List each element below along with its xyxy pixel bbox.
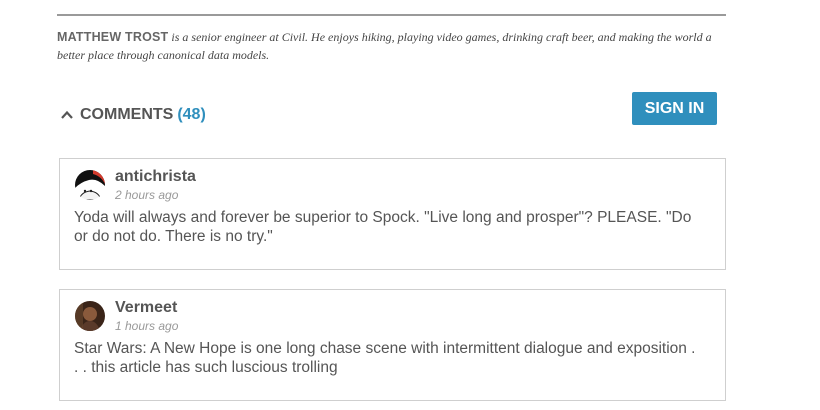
- comments-count: (48): [177, 106, 206, 123]
- avatar[interactable]: [75, 170, 105, 200]
- sign-in-button[interactable]: SIGN IN: [632, 92, 717, 125]
- comment-time: 1 hours ago: [115, 319, 179, 333]
- author-bio: MATTHEW TROST is a senior engineer at Ci…: [57, 28, 729, 64]
- comment-author[interactable]: Vermeet: [115, 299, 177, 317]
- comment-time: 2 hours ago: [115, 188, 179, 202]
- comment-author[interactable]: antichrista: [115, 168, 196, 186]
- divider: [57, 14, 726, 16]
- comment-text: Star Wars: A New Hope is one long chase …: [74, 340, 696, 376]
- comment-card: Vermeet 1 hours ago Star Wars: A New Hop…: [59, 289, 726, 401]
- author-name[interactable]: MATTHEW TROST: [57, 30, 168, 44]
- chevron-up-icon[interactable]: [60, 108, 74, 122]
- comments-toggle[interactable]: COMMENTS (48): [60, 104, 206, 126]
- avatar[interactable]: [75, 301, 105, 331]
- comment-card: antichrista 2 hours ago Yoda will always…: [59, 158, 726, 270]
- comment-text: Yoda will always and forever be superior…: [74, 209, 692, 245]
- comments-label: COMMENTS: [80, 106, 174, 123]
